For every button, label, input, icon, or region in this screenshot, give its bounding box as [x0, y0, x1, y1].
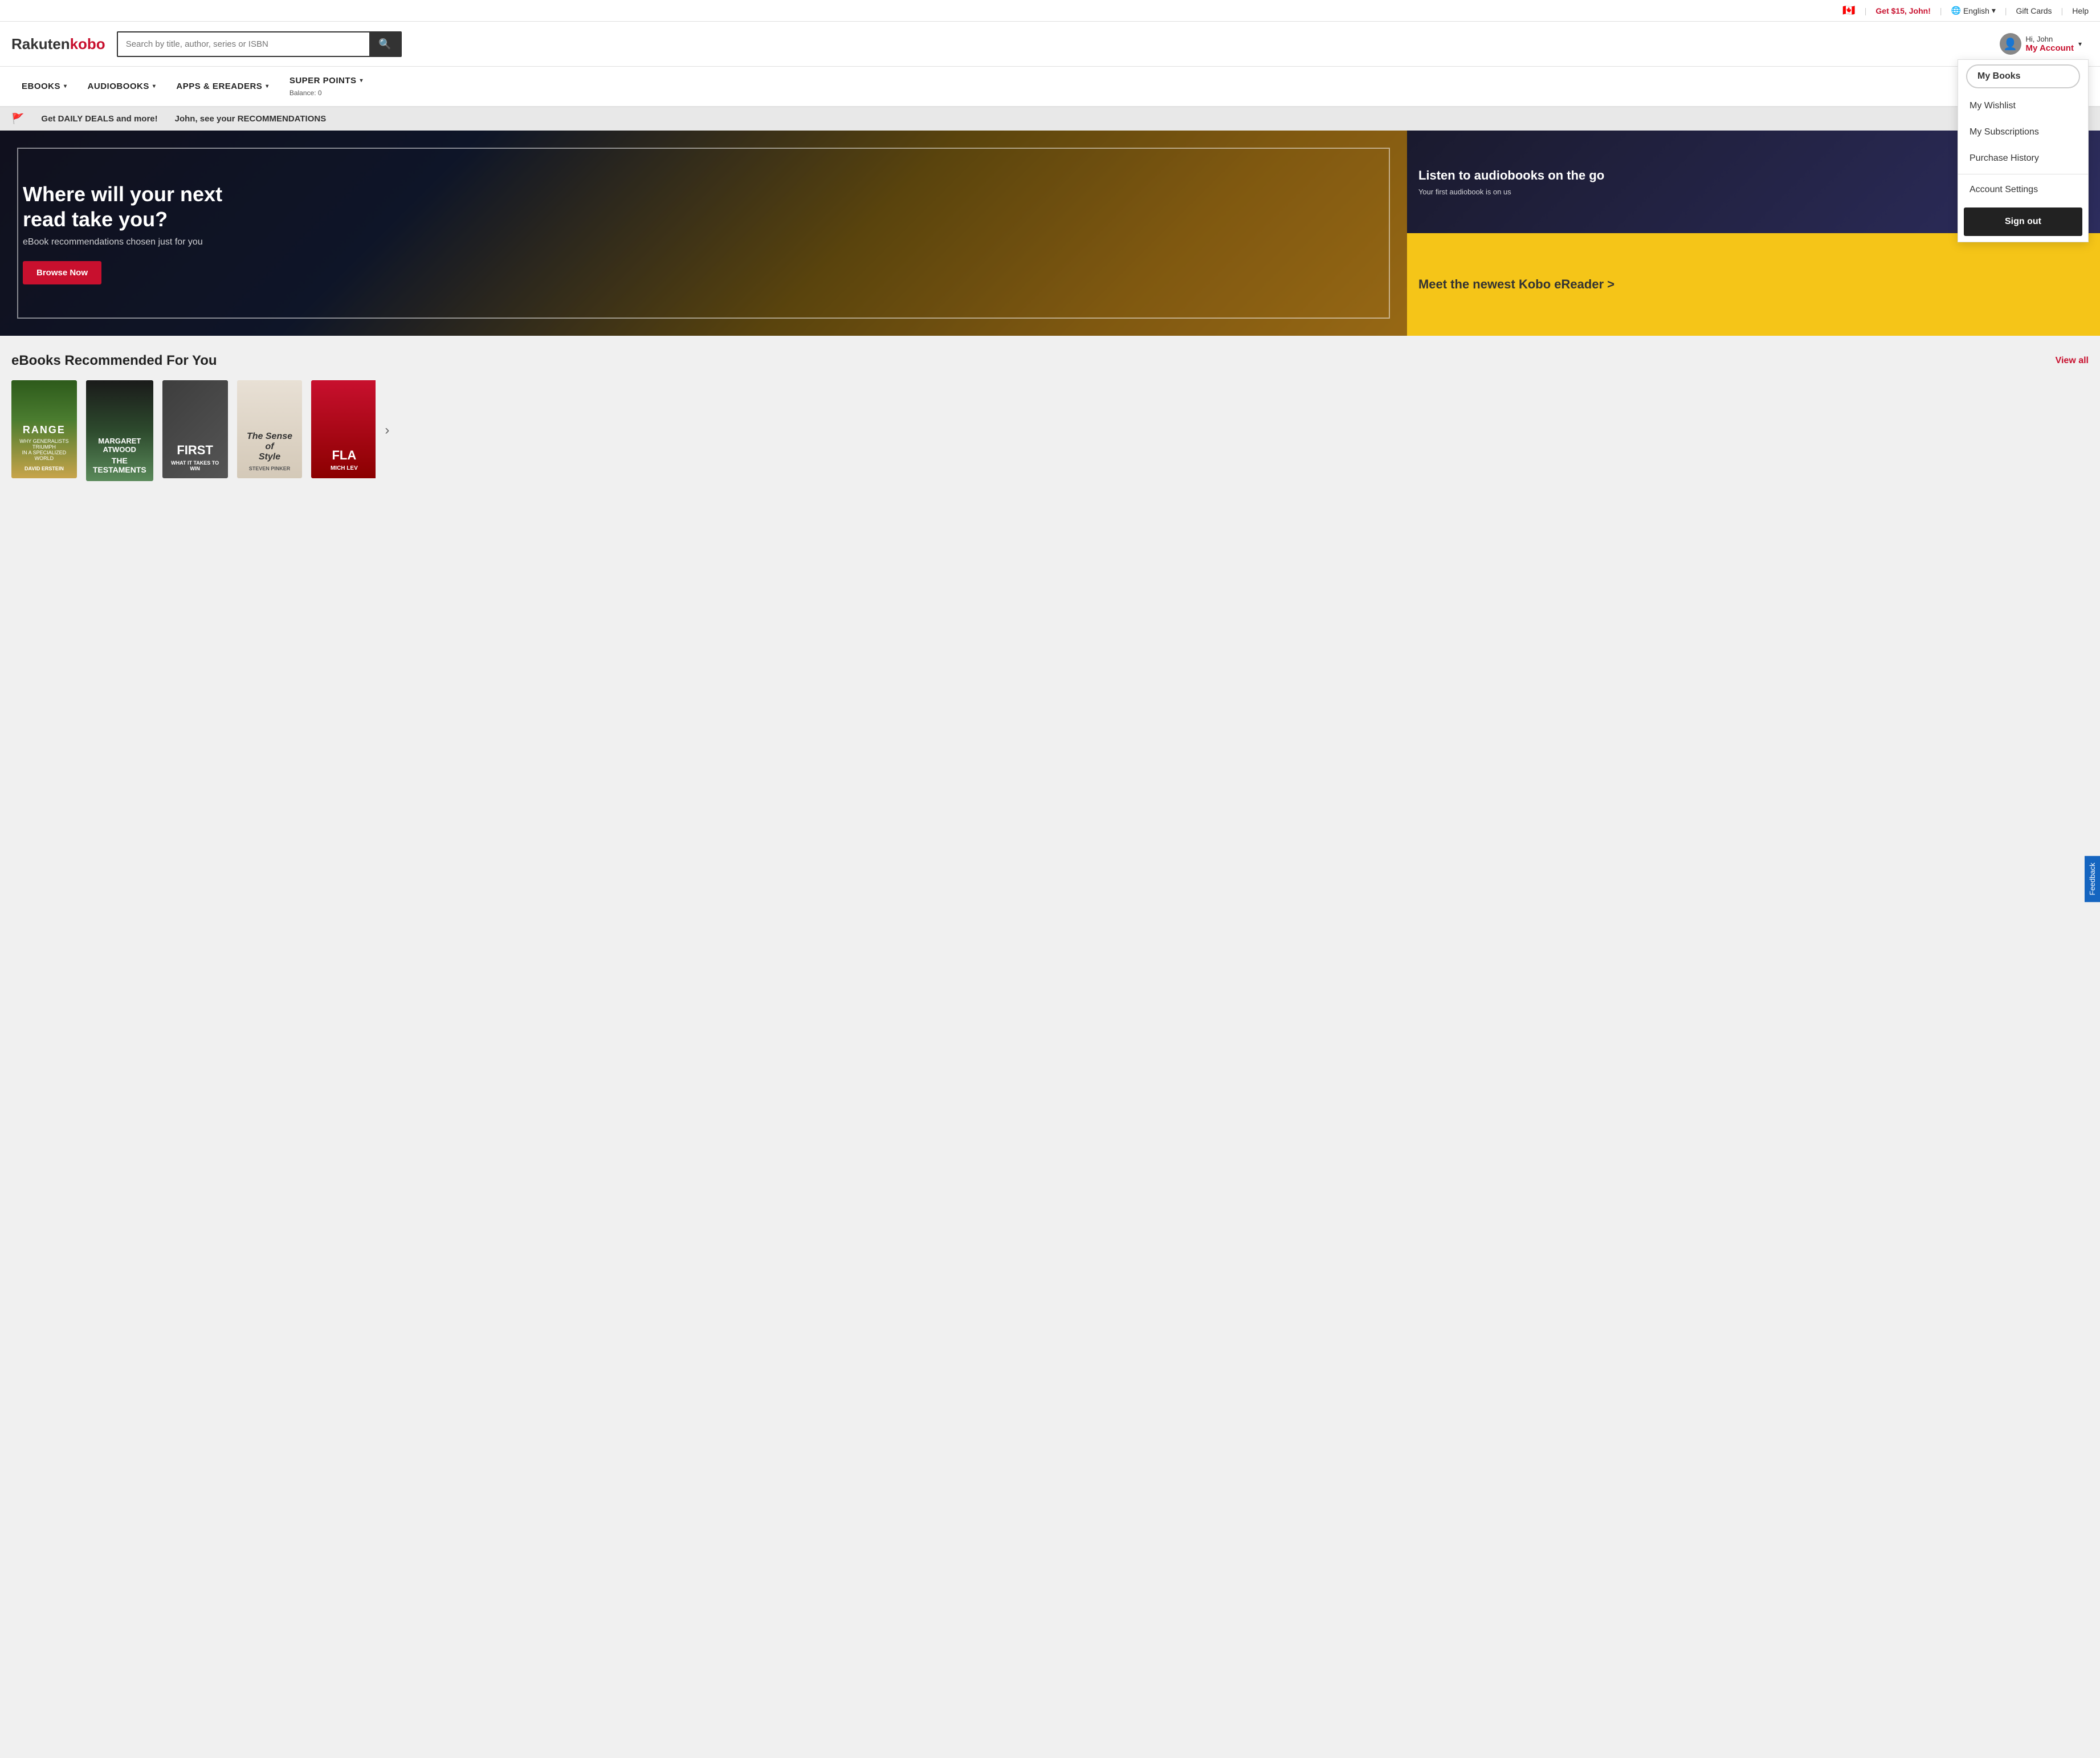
search-bar: 🔍	[117, 31, 402, 57]
book-card-3[interactable]: FIRST WHAT IT TAKES TO WIN	[162, 380, 228, 481]
logo-link[interactable]: Rakuten kobo	[11, 35, 105, 53]
arrow-right-icon: ›	[385, 422, 389, 438]
header: Rakuten kobo 🔍 👤 Hi, John My Account ▾ M…	[0, 22, 2100, 67]
account-greeting: Hi, John	[2026, 35, 2074, 43]
nav-ebooks-label: eBOOKS	[22, 82, 60, 91]
language-label: English	[1963, 6, 1989, 15]
hero-ereader-panel[interactable]: Meet the newest Kobo eReader >	[1407, 233, 2100, 336]
book-card-1[interactable]: RANGE WHY GENERALISTS TRIUMPHIN A SPECIA…	[11, 380, 77, 481]
nav-super-label: SUPER POINTS	[289, 76, 357, 86]
book-cover-5: FLA MICH LEV	[311, 380, 376, 478]
lang-chevron-icon: ▾	[1992, 6, 1996, 15]
book-cover-4: The SenseofStyle STEVEN PINKER	[237, 380, 303, 478]
audiobook-title: Listen to audiobooks on the go	[1418, 168, 1604, 184]
account-area: 👤 Hi, John My Account ▾ My Books My Wish…	[1993, 29, 2089, 59]
help-link[interactable]: Help	[2072, 6, 2089, 15]
nav-audiobooks[interactable]: AUDIOBOOKS ▾	[78, 72, 166, 100]
my-subscriptions-link[interactable]: My Subscriptions	[1958, 119, 2088, 145]
account-settings-link[interactable]: Account Settings	[1958, 177, 2088, 203]
audiobooks-chevron-icon: ▾	[153, 83, 156, 89]
book-card-2[interactable]: MARGARETATWOOD THETESTAMENTS	[86, 380, 153, 481]
canada-flag-icon: 🇨🇦	[1842, 5, 1855, 17]
feedback-tab[interactable]: Feedback	[2085, 856, 2100, 902]
promo-text[interactable]: Get $15, John!	[1875, 6, 1930, 15]
ereader-title: Meet the newest Kobo eReader >	[1418, 276, 1614, 293]
divider-4: |	[2061, 6, 2064, 15]
books-section-title: eBooks Recommended For You	[11, 353, 217, 369]
language-selector[interactable]: 🌐 English ▾	[1951, 6, 1996, 15]
hero-section: Where will your next read take you? eBoo…	[0, 131, 2100, 336]
books-grid: RANGE WHY GENERALISTS TRIUMPHIN A SPECIA…	[11, 380, 376, 481]
logo-kobo: kobo	[70, 35, 105, 53]
nav-audiobooks-label: AUDIOBOOKS	[88, 82, 149, 91]
view-all-link[interactable]: View all	[2056, 356, 2089, 366]
books-section: eBooks Recommended For You View all RANG…	[0, 336, 2100, 493]
flag-area: 🇨🇦	[1842, 5, 1855, 17]
nav-bar: eBOOKS ▾ AUDIOBOOKS ▾ APPS & eREADERS ▾ …	[0, 67, 2100, 107]
gift-cards-link[interactable]: Gift Cards	[2016, 6, 2052, 15]
recommendations-text[interactable]: John, see your RECOMMENDATIONS	[175, 114, 327, 124]
purchase-history-link[interactable]: Purchase History	[1958, 145, 2088, 172]
hero-subtitle: eBook recommendations chosen just for yo…	[23, 237, 251, 247]
nav-super-points[interactable]: SUPER POINTS ▾ Balance: 0	[279, 67, 373, 106]
avatar: 👤	[2000, 33, 2021, 55]
book-card-5[interactable]: FLA MICH LEV	[311, 380, 376, 481]
hero-title: Where will your next read take you?	[23, 182, 251, 231]
hero-main: Where will your next read take you? eBoo…	[0, 131, 1407, 336]
globe-icon: 🌐	[1951, 6, 1961, 15]
browse-now-button[interactable]: Browse Now	[23, 261, 101, 284]
avatar-icon: 👤	[2003, 37, 2017, 51]
ebooks-chevron-icon: ▾	[64, 83, 67, 89]
divider-1: |	[1865, 6, 1867, 15]
books-header: eBooks Recommended For You View all	[11, 353, 2089, 369]
account-label: My Account	[2026, 43, 2074, 53]
super-points-balance: Balance: 0	[289, 89, 322, 97]
book-cover-2: MARGARETATWOOD THETESTAMENTS	[86, 380, 153, 481]
next-books-button[interactable]: ›	[376, 422, 398, 438]
book-card-4[interactable]: The SenseofStyle STEVEN PINKER	[237, 380, 303, 481]
top-bar: 🇨🇦 | Get $15, John! | 🌐 English ▾ | Gift…	[0, 0, 2100, 22]
divider-2: |	[1940, 6, 1942, 15]
account-button[interactable]: 👤 Hi, John My Account ▾	[1993, 29, 2089, 59]
promo-bar: 🚩 Get DAILY DEALS and more! John, see yo…	[0, 107, 2100, 131]
sign-out-button[interactable]: Sign out	[1964, 207, 2082, 236]
divider-3: |	[2005, 6, 2007, 15]
super-chevron-icon: ▾	[360, 78, 364, 84]
account-dropdown-menu: My Books My Wishlist My Subscriptions Pu…	[1958, 59, 2089, 242]
nav-apps-ereaders[interactable]: APPS & eREADERS ▾	[166, 72, 279, 100]
book-cover-1: RANGE WHY GENERALISTS TRIUMPHIN A SPECIA…	[11, 380, 77, 478]
search-icon: 🔍	[378, 38, 391, 50]
my-wishlist-link[interactable]: My Wishlist	[1958, 93, 2088, 119]
book-cover-3: FIRST WHAT IT TAKES TO WIN	[162, 380, 228, 478]
daily-deals-text[interactable]: Get DAILY DEALS and more!	[41, 114, 157, 124]
nav-apps-label: APPS & eREADERS	[176, 82, 262, 91]
promo-flag-icon: 🚩	[11, 113, 24, 125]
nav-ebooks[interactable]: eBOOKS ▾	[11, 72, 78, 100]
logo-rakuten: Rakuten	[11, 35, 70, 53]
search-button[interactable]: 🔍	[369, 32, 400, 56]
search-input[interactable]	[118, 34, 370, 55]
my-books-link[interactable]: My Books	[1966, 64, 2080, 88]
account-text: Hi, John My Account	[2026, 35, 2074, 53]
apps-chevron-icon: ▾	[266, 83, 269, 89]
hero-content: Where will your next read take you? eBoo…	[23, 182, 251, 284]
audiobook-subtitle: Your first audiobook is on us	[1418, 188, 1604, 196]
account-chevron-icon: ▾	[2078, 40, 2082, 48]
